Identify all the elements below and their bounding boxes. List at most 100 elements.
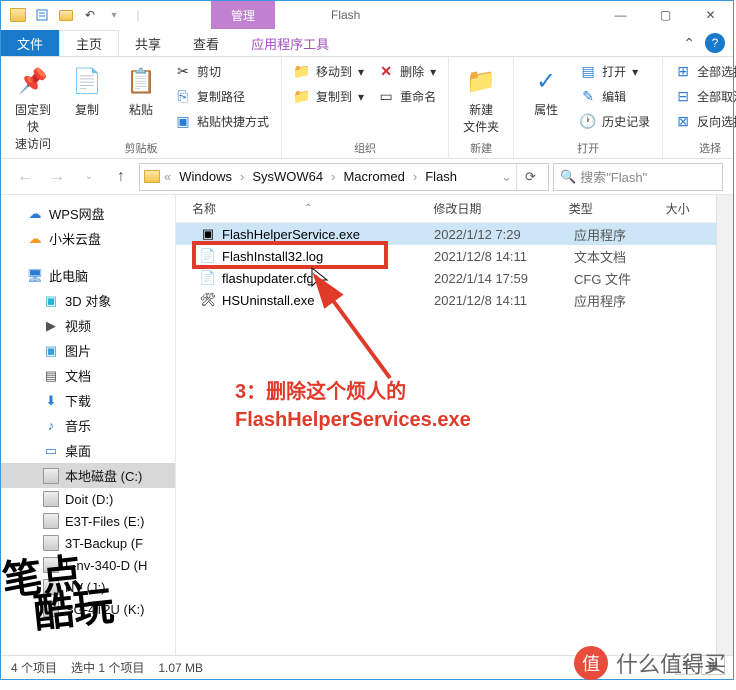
group-label: 打开 [514, 140, 662, 156]
file-icon: 🛠 [200, 292, 216, 308]
label: 全部取消 [697, 88, 736, 105]
sidebar-item[interactable]: ▤文档 [1, 363, 175, 388]
nav-back-button[interactable]: ← [11, 163, 39, 191]
label: 重命名 [400, 88, 436, 105]
refresh-button[interactable]: ⟳ [516, 164, 544, 190]
file-row[interactable]: ▣FlashHelperService.exe2022/1/12 7:29应用程… [176, 223, 716, 245]
ribbon: 📌固定到快 速访问 📄复制 📋粘贴 ✂剪切 ⎘复制路径 ▣粘贴快捷方式 剪贴板 … [1, 57, 733, 159]
close-button[interactable]: ✕ [688, 1, 733, 29]
qat-undo[interactable]: ↶ [79, 4, 101, 26]
col-date[interactable]: 修改日期 [425, 200, 560, 217]
nav-forward-button[interactable]: → [43, 163, 71, 191]
tab-app-tools[interactable]: 应用程序工具 [235, 30, 345, 56]
group-label: 组织 [282, 140, 448, 156]
help-button[interactable]: ? [705, 33, 725, 53]
breadcrumb[interactable]: Macromed [339, 169, 408, 184]
sidebar-drive[interactable]: NV (J:) [1, 576, 175, 598]
file-icon: ▣ [200, 226, 216, 242]
qat-new-folder[interactable] [55, 4, 77, 26]
file-row[interactable]: 🛠HSUninstall.exe2021/12/8 14:11应用程序 [176, 289, 716, 311]
nav-up-button[interactable]: ↑ [107, 163, 135, 191]
col-type[interactable]: 类型 [561, 200, 658, 217]
column-headers: 名称⌃ 修改日期 类型 大小 [176, 195, 716, 223]
sidebar-drive[interactable]: SG-4T2U (K:) [1, 598, 175, 620]
copy-button[interactable]: 📄复制 [63, 61, 111, 122]
tab-file[interactable]: 文件 [1, 30, 59, 56]
tab-share[interactable]: 共享 [119, 30, 177, 56]
view-thumbnails-button[interactable]: ▦ [701, 655, 725, 675]
label: 全部选择 [697, 63, 736, 80]
address-dropdown-icon[interactable]: ⌄ [501, 169, 512, 185]
label: 复制到 [316, 88, 352, 105]
col-name[interactable]: 名称⌃ [184, 200, 425, 217]
label: 反向选择 [697, 113, 736, 130]
rename-button[interactable]: ▭重命名 [374, 86, 440, 107]
file-icon: 📄 [200, 248, 216, 264]
sidebar-item[interactable]: ☁WPS网盘 [1, 201, 175, 226]
sidebar-item[interactable]: ♪音乐 [1, 413, 175, 438]
view-details-button[interactable]: ☰ [675, 655, 699, 675]
search-icon: 🔍 [560, 169, 576, 185]
paste-shortcut-button[interactable]: ▣粘贴快捷方式 [171, 111, 273, 132]
maximize-button[interactable]: ▢ [643, 1, 688, 29]
file-row[interactable]: 📄flashupdater.cfg2022/1/14 17:59CFG 文件 [176, 267, 716, 289]
label: 属性 [534, 101, 558, 118]
sidebar-this-pc[interactable]: 🖥此电脑 [1, 263, 175, 288]
selection-size: 1.07 MB [158, 661, 203, 675]
vertical-scrollbar[interactable] [716, 195, 733, 655]
copy-path-button[interactable]: ⎘复制路径 [171, 86, 273, 107]
folder-icon [144, 170, 160, 183]
sidebar-drive[interactable]: Doit (D:) [1, 488, 175, 510]
select-none-button[interactable]: ⊟全部取消 [671, 86, 736, 107]
qat-separator: | [127, 4, 149, 26]
sidebar-item[interactable]: ⬇下载 [1, 388, 175, 413]
col-size[interactable]: 大小 [658, 200, 716, 217]
qat-folder-icon [7, 4, 29, 26]
label: 粘贴快捷方式 [197, 113, 269, 130]
sidebar-item[interactable]: ▶视频 [1, 313, 175, 338]
address-bar[interactable]: « Windows› SysWOW64› Macromed› Flash ⌄ ⟳ [139, 163, 549, 191]
breadcrumb[interactable]: SysWOW64 [248, 169, 327, 184]
sidebar-drive[interactable]: E3T-Files (E:) [1, 510, 175, 532]
navigation-pane[interactable]: ☁WPS网盘☁小米云盘 🖥此电脑▣3D 对象▶视频▣图片▤文档⬇下载♪音乐▭桌面本… [1, 195, 176, 655]
group-label: 剪贴板 [1, 140, 281, 156]
open-button[interactable]: ▤打开 ▾ [576, 61, 654, 82]
select-all-button[interactable]: ⊞全部选择 [671, 61, 736, 82]
label: 历史记录 [602, 113, 650, 130]
ribbon-tabs: 文件 主页 共享 查看 应用程序工具 ⌃ ? [1, 29, 733, 57]
tab-view[interactable]: 查看 [177, 30, 235, 56]
sidebar-item[interactable]: ▣3D 对象 [1, 288, 175, 313]
search-input[interactable]: 🔍 搜索"Flash" [553, 163, 723, 191]
minimize-button[interactable]: — [598, 1, 643, 29]
breadcrumb[interactable]: Flash [421, 169, 461, 184]
sidebar-item[interactable]: ▭桌面 [1, 438, 175, 463]
sidebar-item[interactable]: ☁小米云盘 [1, 226, 175, 251]
file-row[interactable]: 📄FlashInstall32.log2021/12/8 14:11文本文档 [176, 245, 716, 267]
properties-button[interactable]: ✓属性 [522, 61, 570, 122]
label: 复制路径 [197, 88, 245, 105]
edit-button[interactable]: ✎编辑 [576, 86, 654, 107]
tab-home[interactable]: 主页 [59, 30, 119, 56]
label: 新建 文件夹 [463, 101, 499, 135]
sidebar-drive[interactable]: 本地磁盘 (C:) [1, 463, 175, 488]
paste-button[interactable]: 📋粘贴 [117, 61, 165, 122]
move-to-button[interactable]: 📁移动到 ▾ [290, 61, 368, 82]
titlebar: ↶ ▾ | 管理 Flash — ▢ ✕ [1, 1, 733, 29]
new-folder-button[interactable]: 📁新建 文件夹 [457, 61, 505, 139]
label: 复制 [75, 101, 99, 118]
qat-properties[interactable] [31, 4, 53, 26]
nav-recent-dropdown[interactable]: ⌄ [75, 163, 103, 191]
breadcrumb[interactable]: Windows [175, 169, 236, 184]
ribbon-collapse-icon[interactable]: ⌃ [683, 35, 695, 52]
qat-dropdown[interactable]: ▾ [103, 4, 125, 26]
sidebar-drive[interactable]: 3T-Backup (F [1, 532, 175, 554]
cut-button[interactable]: ✂剪切 [171, 61, 273, 82]
sidebar-item[interactable]: ▣图片 [1, 338, 175, 363]
file-list[interactable]: ▣FlashHelperService.exe2022/1/12 7:29应用程… [176, 223, 716, 655]
history-button[interactable]: 🕐历史记录 [576, 111, 654, 132]
delete-button[interactable]: ✕删除 ▾ [374, 61, 440, 82]
sidebar-drive[interactable]: L-nv-340-D (H [1, 554, 175, 576]
invert-selection-button[interactable]: ⊠反向选择 [671, 111, 736, 132]
copy-to-button[interactable]: 📁复制到 ▾ [290, 86, 368, 107]
label: 粘贴 [129, 101, 153, 118]
